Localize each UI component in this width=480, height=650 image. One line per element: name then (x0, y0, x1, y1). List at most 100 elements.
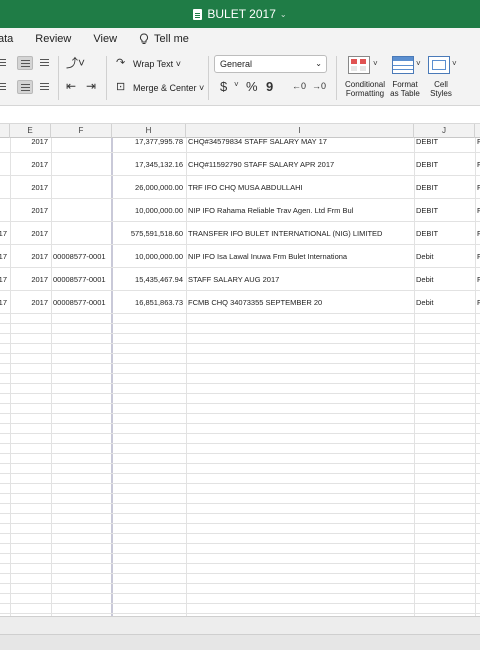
number-format-select[interactable]: General ⌄ (214, 55, 327, 73)
cell-styles-icon[interactable] (428, 56, 450, 74)
conditional-formatting-chevron[interactable]: ˅ (373, 59, 378, 68)
align-bottom-button[interactable] (37, 56, 53, 70)
cell-h[interactable]: 10,000,000.00 (113, 245, 186, 267)
cell-i[interactable]: CHQ#11592790 STAFF SALARY APR 2017 (186, 153, 414, 175)
cell-h[interactable]: 17,345,132.16 (113, 153, 186, 175)
column-header-e[interactable]: E (10, 124, 51, 138)
orientation-icon[interactable]: ⤴˅ (66, 54, 85, 71)
empty-row[interactable] (0, 604, 480, 614)
cell-f[interactable] (51, 222, 111, 244)
table-row[interactable]: 2017 17,345,132.16 CHQ#11592790 STAFF SALA… (0, 153, 480, 176)
cell-d[interactable] (0, 138, 10, 152)
cell-j[interactable]: Debit (414, 268, 475, 290)
conditional-formatting-icon[interactable] (348, 56, 370, 74)
empty-row[interactable] (0, 444, 480, 454)
cell-k[interactable]: F (475, 199, 480, 221)
cell-d[interactable]: 17 (0, 222, 10, 244)
empty-row[interactable] (0, 574, 480, 584)
empty-row[interactable] (0, 424, 480, 434)
tab-view[interactable]: View (93, 33, 117, 45)
cell-f[interactable]: 00008577-0001 (51, 268, 111, 290)
empty-row[interactable] (0, 564, 480, 574)
cell-d[interactable]: 17 (0, 291, 10, 313)
conditional-formatting-label[interactable]: Conditional Formatting (342, 80, 388, 98)
empty-row[interactable] (0, 344, 480, 354)
align-right-button[interactable] (37, 80, 53, 94)
tell-me-box[interactable]: Tell me (139, 33, 189, 45)
empty-row[interactable] (0, 594, 480, 604)
empty-row[interactable] (0, 464, 480, 474)
cell-e[interactable]: 2017 (10, 268, 51, 290)
empty-row[interactable] (0, 524, 480, 534)
column-header-k[interactable] (475, 124, 480, 138)
merge-center-button[interactable]: Merge & Center ˅ (133, 83, 204, 93)
format-as-table-icon[interactable] (392, 56, 414, 74)
cell-e[interactable]: 2017 (10, 138, 51, 152)
format-as-table-chevron[interactable]: ˅ (416, 59, 421, 68)
cell-j[interactable]: DEBIT (414, 138, 475, 152)
cell-f[interactable] (51, 199, 111, 221)
decrease-indent-icon[interactable]: ⇤ (66, 79, 76, 93)
cell-j[interactable]: Debit (414, 291, 475, 313)
cell-k[interactable]: F (475, 268, 480, 290)
decrease-decimal-icon[interactable]: →0 (312, 81, 326, 91)
empty-row[interactable] (0, 434, 480, 444)
tab-data[interactable]: ata (0, 33, 13, 45)
format-as-table-label[interactable]: Format as Table (388, 80, 422, 98)
cell-j[interactable]: DEBIT (414, 153, 475, 175)
cell-h[interactable]: 15,435,467.94 (113, 268, 186, 290)
tab-review[interactable]: Review (35, 33, 71, 45)
cell-k[interactable]: F (475, 138, 480, 152)
cell-d[interactable]: 17 (0, 268, 10, 290)
empty-row[interactable] (0, 514, 480, 524)
cell-k[interactable]: F (475, 153, 480, 175)
cell-k[interactable]: F (475, 222, 480, 244)
cell-h[interactable]: 575,591,518.60 (113, 222, 186, 244)
empty-row[interactable] (0, 384, 480, 394)
cell-d[interactable] (0, 199, 10, 221)
empty-row[interactable] (0, 484, 480, 494)
cell-styles-label[interactable]: Cell Styles (424, 80, 458, 98)
cell-e[interactable]: 2017 (10, 291, 51, 313)
spreadsheet-grid[interactable]: 2017 17,377,995.78 CHQ#34579834 STAFF SALA… (0, 138, 480, 616)
cell-i[interactable]: FCMB CHQ 34073355 SEPTEMBER 20 (186, 291, 414, 313)
cell-e[interactable]: 2017 (10, 199, 51, 221)
cell-f[interactable] (51, 153, 111, 175)
cell-j[interactable]: Debit (414, 245, 475, 267)
empty-row[interactable] (0, 474, 480, 484)
cell-f[interactable]: 00008577-0001 (51, 291, 111, 313)
empty-row[interactable] (0, 324, 480, 334)
align-center-button[interactable] (17, 80, 33, 94)
table-row[interactable]: 2017 26,000,000.00 TRF IFO CHQ MUSA ABDULL… (0, 176, 480, 199)
empty-row[interactable] (0, 334, 480, 344)
empty-row[interactable] (0, 544, 480, 554)
cell-e[interactable]: 2017 (10, 222, 51, 244)
table-row[interactable]: 2017 17,377,995.78 CHQ#34579834 STAFF SALA… (0, 138, 480, 153)
cell-i[interactable]: NIP IFO Rahama Reliable Trav Agen. Ltd F… (186, 199, 414, 221)
comma-style-button[interactable]: 9 (266, 79, 273, 94)
empty-row[interactable] (0, 394, 480, 404)
cell-i[interactable]: NIP IFO Isa Lawal Inuwa Frm Bulet Intern… (186, 245, 414, 267)
column-header-j[interactable]: J (414, 124, 475, 138)
table-row[interactable]: 17 2017 00008577-0001 16,851,863.73 FCMB CHQ… (0, 291, 480, 314)
empty-row[interactable] (0, 414, 480, 424)
align-left-button[interactable] (0, 80, 10, 94)
align-middle-button[interactable] (17, 56, 33, 70)
table-row[interactable]: 17 2017 00008577-0001 15,435,467.94 STAFF SA… (0, 268, 480, 291)
cell-j[interactable]: DEBIT (414, 222, 475, 244)
currency-dropdown-icon[interactable]: ˅ (234, 80, 239, 89)
column-header-f[interactable]: F (51, 124, 112, 138)
empty-row[interactable] (0, 584, 480, 594)
empty-row[interactable] (0, 374, 480, 384)
percent-button[interactable]: % (246, 79, 258, 94)
cell-j[interactable]: DEBIT (414, 199, 475, 221)
empty-row[interactable] (0, 504, 480, 514)
column-header-d[interactable] (0, 124, 10, 138)
empty-row[interactable] (0, 364, 480, 374)
cell-i[interactable]: CHQ#34579834 STAFF SALARY MAY 17 (186, 138, 414, 152)
cell-f[interactable]: 00008577-0001 (51, 245, 111, 267)
table-row[interactable]: 2017 10,000,000.00 NIP IFO Rahama Reliable… (0, 199, 480, 222)
empty-row[interactable] (0, 354, 480, 364)
cell-d[interactable] (0, 176, 10, 198)
cell-k[interactable]: F (475, 291, 480, 313)
